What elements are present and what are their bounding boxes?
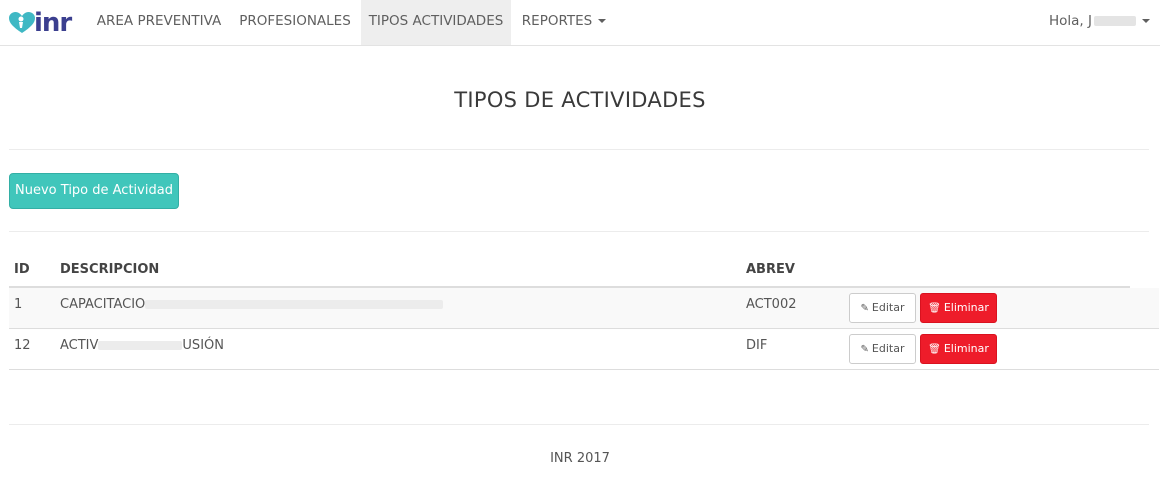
edit-button-label: Editar	[871, 301, 905, 314]
nav-item-label: TIPOS ACTIVIDADES	[368, 13, 504, 29]
column-header-abrev: ABREV	[746, 262, 795, 277]
cell-abrev: DIF	[746, 338, 768, 353]
footer-text: INR 2017	[550, 451, 610, 466]
column-header-id: ID	[14, 262, 30, 277]
delete-button[interactable]: 🗑 Eliminar	[920, 334, 997, 364]
nav-item-label: PROFESIONALES	[239, 13, 351, 29]
cell-descripcion-text: CAPACITACIO	[60, 297, 146, 312]
trash-icon: 🗑	[928, 303, 941, 314]
cell-descripcion-tail: USIÓN	[182, 338, 224, 353]
cell-id: 1	[14, 297, 23, 312]
delete-button[interactable]: 🗑 Eliminar	[920, 293, 997, 323]
new-activity-type-button[interactable]: Nuevo Tipo de Actividad	[9, 173, 179, 209]
nav-item-label: REPORTES	[521, 13, 593, 29]
nav-profesionales[interactable]: PROFESIONALES	[230, 0, 360, 45]
edit-button-label: Editar	[871, 342, 905, 355]
nav-area-preventiva[interactable]: AREA PREVENTIVA	[89, 0, 229, 45]
redacted-text	[145, 300, 444, 309]
delete-button-label: Eliminar	[943, 301, 989, 314]
cell-abrev: ACT002	[746, 297, 797, 312]
brand-logo[interactable]: inr	[8, 9, 78, 37]
user-menu-dropdown[interactable]: Hola, J	[1049, 0, 1150, 45]
edit-icon: ✎	[860, 344, 869, 355]
nav-tipos-actividades[interactable]: TIPOS ACTIVIDADES	[361, 0, 511, 45]
edit-button[interactable]: ✎ Editar	[849, 334, 916, 364]
cell-descripcion: CAPACITACIO	[60, 297, 444, 312]
redacted-text	[98, 341, 183, 350]
page-title: TIPOS DE ACTIVIDADES	[454, 88, 706, 112]
nav-item-label: AREA PREVENTIVA	[96, 13, 222, 29]
navbar: inr AREA PREVENTIVA PROFESIONALES TIPOS …	[0, 0, 1160, 46]
delete-button-label: Eliminar	[943, 342, 989, 355]
user-greeting: Hola, J	[1049, 13, 1092, 29]
brand-mark-icon	[8, 11, 36, 35]
footer-divider	[9, 424, 1149, 425]
cell-descripcion-text: ACTIV	[60, 338, 99, 353]
divider	[9, 149, 1149, 150]
nav-reportes-dropdown[interactable]: REPORTES	[512, 0, 616, 45]
table-row: 12 ACTIV USIÓN DIF ✎ Editar 🗑 Eliminar	[9, 329, 1159, 370]
redacted-username	[1094, 16, 1136, 26]
trash-icon: 🗑	[928, 344, 941, 355]
cell-descripcion: ACTIV USIÓN	[60, 338, 224, 353]
brand-text: inr	[34, 8, 72, 38]
edit-button[interactable]: ✎ Editar	[849, 293, 916, 323]
caret-down-icon	[1142, 19, 1150, 23]
divider	[9, 231, 1149, 232]
table-row: 1 CAPACITACIO ACT002 ✎ Editar 🗑 Eliminar	[9, 288, 1159, 329]
caret-down-icon	[598, 19, 607, 23]
edit-icon: ✎	[860, 303, 869, 314]
cell-id: 12	[14, 338, 31, 353]
column-header-descripcion: DESCRIPCION	[60, 262, 160, 277]
